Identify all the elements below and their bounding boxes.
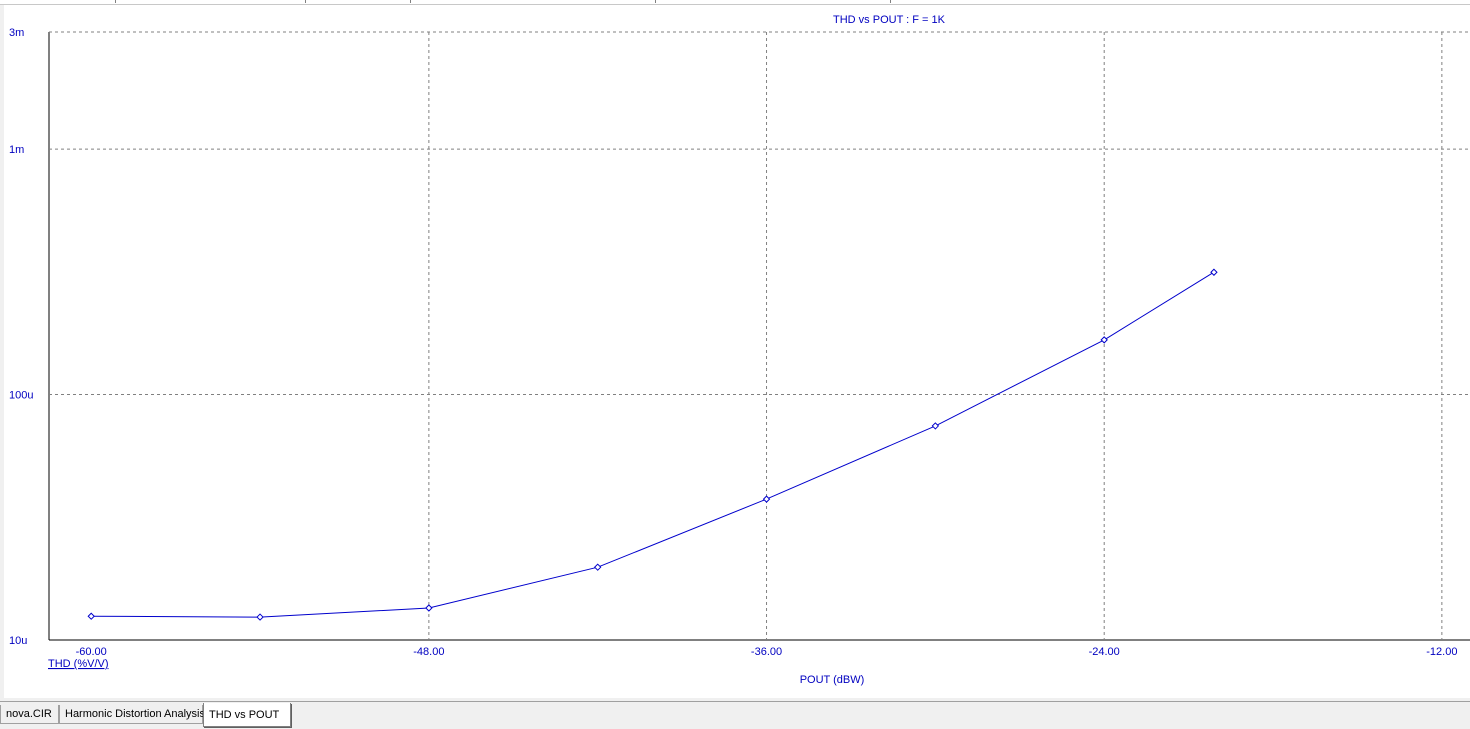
chart-title: THD vs POUT : F = 1K xyxy=(833,14,946,26)
data-point-marker xyxy=(87,612,95,620)
data-point-marker xyxy=(593,563,602,571)
y-tick-label: 10u xyxy=(9,635,27,647)
chart-svg[interactable]: THD vs POUT : F = 1K -60.00 -48.00 -36.00 -2… xyxy=(4,5,1470,698)
data-point-marker xyxy=(1210,268,1218,276)
data-point-marker xyxy=(1100,336,1108,344)
data-point-marker xyxy=(931,422,940,430)
x-tick-label: -36.00 xyxy=(751,646,782,658)
x-axis-label: POUT (dBW) xyxy=(800,674,865,686)
tab-bar: nova.CIR Harmonic Distortion Analysis TH… xyxy=(0,701,1470,729)
data-point-marker xyxy=(762,495,771,503)
tab-thd-vs-pout[interactable]: THD vs POUT xyxy=(203,703,291,727)
y-axis-label: THD (%V/V) xyxy=(48,658,109,670)
x-tick-label: -12.00 xyxy=(1426,646,1457,658)
analysis-window: THD vs POUT : F = 1K -60.00 -48.00 -36.00 -2… xyxy=(0,0,1470,729)
data-point-marker xyxy=(425,604,433,612)
data-point-marker xyxy=(256,613,264,621)
toolbar-separator xyxy=(655,0,656,3)
series-line xyxy=(91,271,1215,618)
y-tick-label: 100u xyxy=(9,390,33,402)
y-tick-label: 3m xyxy=(9,27,24,39)
toolbar-separator xyxy=(890,0,891,3)
tab-nova-cir[interactable]: nova.CIR xyxy=(0,705,59,724)
toolbar-separator xyxy=(410,0,411,3)
x-tick-label: -48.00 xyxy=(413,646,444,658)
plot-area[interactable]: THD vs POUT : F = 1K -60.00 -48.00 -36.00 -2… xyxy=(4,5,1470,698)
y-tick-label: 1m xyxy=(9,144,24,156)
tab-harmonic-distortion-analysis[interactable]: Harmonic Distortion Analysis xyxy=(59,705,205,724)
x-tick-label: -60.00 xyxy=(76,646,107,658)
toolbar-separator xyxy=(305,0,306,3)
x-tick-label: -24.00 xyxy=(1089,646,1120,658)
toolbar-separator xyxy=(115,0,116,3)
